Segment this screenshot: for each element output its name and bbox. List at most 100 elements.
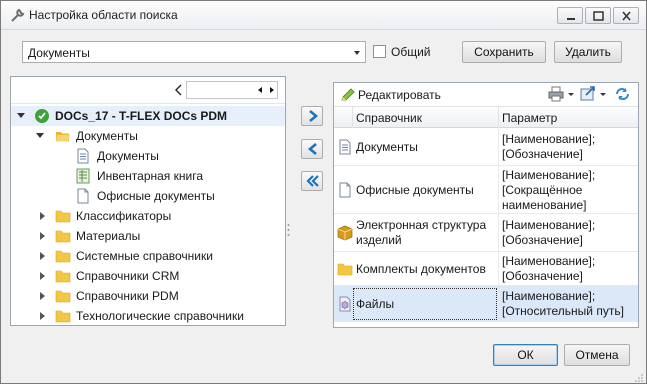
tree-item-inventory-book[interactable]: Инвентарная книга	[11, 166, 285, 186]
tree-item-materials[interactable]: Материалы	[11, 226, 285, 246]
row-reference-name: Офисные документы	[356, 183, 474, 197]
selected-references-panel: Редактировать Справочник Параметр Докуме…	[333, 82, 639, 328]
tree-item-label: Офисные документы	[97, 189, 215, 203]
folder-open-icon	[56, 132, 70, 142]
title-bar: Настройка области поиска	[1, 1, 646, 30]
folder-icon	[55, 250, 71, 263]
collapsed-arrow-icon[interactable]	[40, 232, 45, 240]
database-icon	[35, 109, 49, 123]
expand-arrow-icon[interactable]	[36, 133, 44, 138]
blank-document-icon	[77, 188, 89, 204]
right-toolbar: Редактировать	[334, 83, 638, 105]
tree-item-label: Документы	[97, 149, 159, 163]
row-reference-name: Комплекты документов	[356, 262, 486, 276]
edit-button[interactable]: Редактировать	[340, 87, 450, 103]
row-reference-name: Документы	[356, 140, 418, 154]
tree-item-label: Справочники PDM	[76, 289, 179, 303]
row-parameter: [Наименование]; [Обозначение]	[502, 218, 596, 247]
print-icon[interactable]	[548, 86, 566, 102]
row-parameter: [Наименование]; [Относительный путь]	[502, 289, 624, 318]
tree-nav-strip	[11, 77, 285, 104]
tree-item-label: Материалы	[76, 229, 141, 243]
edit-button-label: Редактировать	[358, 88, 441, 102]
delete-button[interactable]: Удалить	[554, 41, 622, 63]
arrow-right-icon	[309, 110, 319, 122]
dialog-window: Настройка области поиска Документы Общий…	[0, 0, 647, 384]
maximize-icon	[593, 11, 604, 21]
maximize-button[interactable]	[585, 7, 611, 24]
chevron-down-icon[interactable]	[599, 86, 607, 102]
table-row[interactable]: Офисные документы [Наименование]; [Сокра…	[334, 166, 638, 214]
ledger-icon	[76, 168, 90, 184]
collapsed-arrow-icon[interactable]	[40, 272, 45, 280]
window-title: Настройка области поиска	[29, 8, 178, 22]
add-button[interactable]	[301, 106, 323, 126]
collapsed-arrow-icon[interactable]	[40, 312, 45, 320]
column-header-parameter[interactable]: Параметр	[502, 111, 557, 125]
tree-item-system-references[interactable]: Системные справочники	[11, 246, 285, 266]
splitter-grip-icon[interactable]	[287, 223, 290, 237]
close-button[interactable]	[613, 7, 639, 24]
expand-arrow-icon[interactable]	[17, 113, 25, 118]
remove-button[interactable]	[301, 139, 323, 159]
tree-root-item[interactable]: DOCs_17 - T-FLEX DOCs PDM	[11, 106, 285, 126]
folder-icon	[55, 210, 71, 223]
cell-separator	[498, 252, 499, 285]
document-list-icon	[77, 148, 89, 164]
minimize-icon	[567, 18, 575, 20]
table-row[interactable]: Комплекты документов [Наименование]; [Об…	[334, 252, 638, 286]
tree-item-pdm-references[interactable]: Справочники PDM	[11, 286, 285, 306]
column-separator[interactable]	[498, 107, 499, 128]
chevron-left-icon[interactable]	[173, 83, 185, 97]
folder-icon	[55, 270, 71, 283]
chevron-down-icon[interactable]	[567, 86, 575, 102]
minimize-button[interactable]	[557, 7, 583, 24]
scope-select[interactable]: Документы	[22, 41, 366, 63]
tree-scroll-box[interactable]	[186, 81, 278, 99]
refresh-icon[interactable]	[614, 86, 632, 102]
tree-panel: DOCs_17 - T-FLEX DOCs PDM Документы Доку…	[10, 76, 286, 326]
row-parameter: [Наименование]; [Обозначение]	[502, 254, 596, 283]
resize-grip-icon[interactable]	[634, 373, 644, 383]
export-icon[interactable]	[580, 86, 598, 102]
close-icon	[622, 11, 631, 21]
cell-separator	[498, 286, 499, 321]
tree-item-crm-references[interactable]: Справочники CRM	[11, 266, 285, 286]
scope-select-value: Документы	[28, 46, 90, 60]
table-row-selected[interactable]: Файлы [Наименование]; [Относительный пут…	[334, 286, 638, 322]
remove-all-button[interactable]	[301, 171, 323, 191]
tree-item-label: Классификаторы	[76, 209, 172, 223]
column-header-reference[interactable]: Справочник	[356, 111, 422, 125]
chevron-down-icon	[354, 51, 360, 55]
tree-item-documents[interactable]: Документы	[11, 146, 285, 166]
ok-button[interactable]: ОК	[493, 344, 558, 366]
tree-item-label: Документы	[76, 129, 138, 143]
table-row[interactable]: Документы [Наименование]; [Обозначение]	[334, 128, 638, 166]
cancel-button[interactable]: Отмена	[564, 344, 630, 366]
row-parameter: [Наименование]; [Сокращённое наименовани…	[502, 168, 596, 212]
tree-item-tech-references[interactable]: Технологические справочники	[11, 306, 285, 326]
collapsed-arrow-icon[interactable]	[40, 252, 45, 260]
tree-item-label: Системные справочники	[76, 249, 213, 263]
tree-item-label: Справочники CRM	[76, 269, 180, 283]
row-reference-name: Электронная структура изделий	[356, 218, 487, 247]
row-parameter: [Наименование]; [Обозначение]	[502, 132, 596, 161]
tree-item-documents-folder[interactable]: Документы	[11, 126, 285, 146]
save-button[interactable]: Сохранить	[462, 41, 546, 63]
folder-icon	[55, 290, 71, 303]
column-separator	[352, 107, 353, 128]
collapsed-arrow-icon[interactable]	[40, 212, 45, 220]
tree-item-office-documents[interactable]: Офисные документы	[11, 186, 285, 206]
tree-root-label: DOCs_17 - T-FLEX DOCs PDM	[55, 109, 228, 123]
tree-item-label: Технологические справочники	[76, 309, 244, 323]
cell-separator	[498, 128, 499, 165]
collapsed-arrow-icon[interactable]	[40, 292, 45, 300]
cell-separator	[498, 214, 499, 251]
folder-icon	[55, 230, 71, 243]
common-checkbox[interactable]	[373, 45, 386, 58]
table-row[interactable]: Электронная структура изделий [Наименова…	[334, 214, 638, 252]
tree-item-classifiers[interactable]: Классификаторы	[11, 206, 285, 226]
common-checkbox-label: Общий	[391, 45, 431, 59]
cell-separator	[498, 166, 499, 213]
folder-icon	[55, 310, 71, 323]
